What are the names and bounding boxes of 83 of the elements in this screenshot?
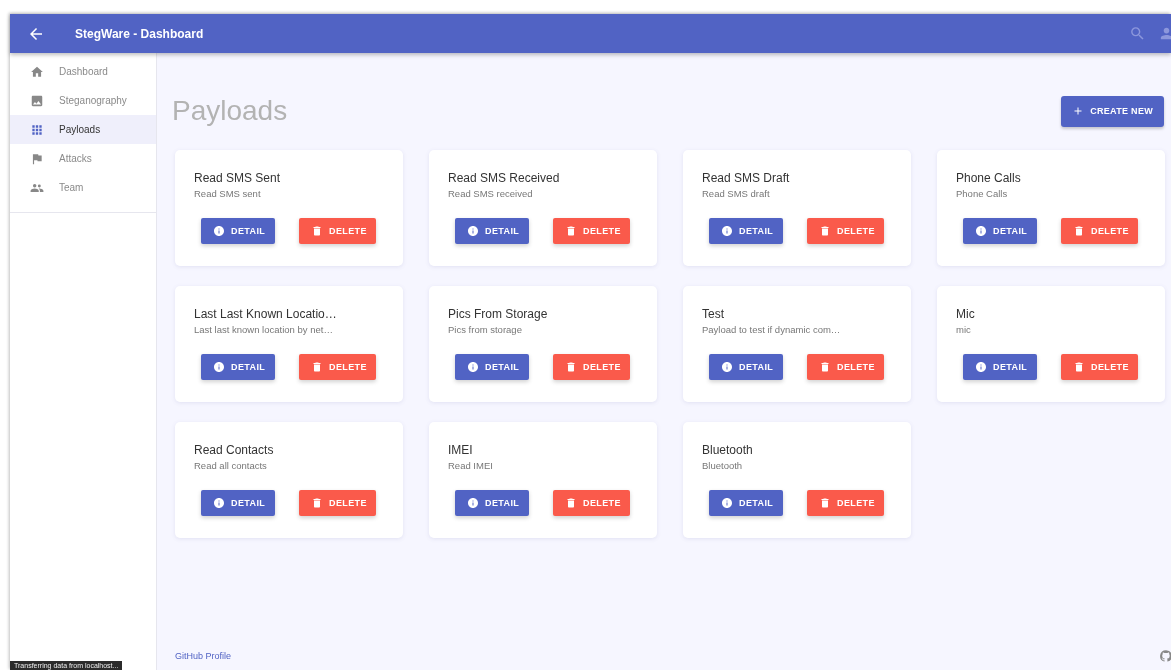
sidebar-item[interactable]: Payloads [10, 115, 156, 144]
detail-button[interactable]: DETAIL [963, 354, 1037, 380]
delete-button[interactable]: DELETE [299, 354, 376, 380]
payload-description: Read all contacts [194, 460, 268, 471]
detail-button[interactable]: DETAIL [709, 354, 783, 380]
delete-button[interactable]: DELETE [553, 490, 630, 516]
info-icon [721, 225, 733, 237]
github-profile-link[interactable]: GitHub Profile [175, 651, 232, 661]
payload-description: Read IMEI [448, 460, 494, 471]
trash-icon [819, 225, 831, 237]
info-icon [467, 497, 479, 509]
payload-title: Read SMS Received [448, 171, 561, 185]
detail-button[interactable]: DETAIL [201, 490, 275, 516]
trash-icon [1073, 225, 1085, 237]
trash-icon [819, 361, 831, 373]
person-icon[interactable] [1158, 25, 1171, 42]
info-icon [975, 361, 987, 373]
delete-button[interactable]: DELETE [1061, 218, 1138, 244]
sidebar-item[interactable]: Dashboard [10, 57, 156, 86]
trash-icon [1073, 361, 1085, 373]
payload-description: mic [956, 324, 972, 335]
flag-icon [30, 151, 44, 166]
payload-title: Bluetooth [702, 443, 754, 457]
image-icon [30, 93, 44, 108]
create-new-button[interactable]: CREATE NEW [1061, 95, 1164, 127]
sidebar-item[interactable]: Attacks [10, 144, 156, 173]
detail-button[interactable]: DETAIL [201, 218, 275, 244]
payload-description: Bluetooth [702, 460, 744, 471]
trash-icon [565, 225, 577, 237]
delete-button[interactable]: DELETE [299, 218, 376, 244]
payload-title: Read Contacts [194, 443, 275, 457]
payload-title: Read SMS Draft [702, 171, 791, 185]
trash-icon [311, 497, 323, 509]
trash-icon [311, 225, 323, 237]
trash-icon [311, 361, 323, 373]
info-icon [721, 361, 733, 373]
info-icon [213, 497, 225, 509]
github-icon[interactable] [1159, 649, 1171, 663]
sidebar-item[interactable]: Steganography [10, 86, 156, 115]
plus-icon [1072, 105, 1085, 117]
delete-button[interactable]: DELETE [299, 490, 376, 516]
sidebar-item[interactable]: Team [10, 173, 156, 202]
detail-button[interactable]: DETAIL [455, 490, 529, 516]
grid-icon [30, 122, 44, 137]
detail-button[interactable]: DETAIL [455, 354, 529, 380]
payload-title: Test [702, 307, 725, 321]
trash-icon [565, 361, 577, 373]
detail-button[interactable]: DETAIL [709, 218, 783, 244]
payload-description: Payload to test if dynamic com… [702, 324, 842, 335]
delete-button[interactable]: DELETE [807, 218, 884, 244]
payload-description: Read SMS draft [702, 188, 771, 199]
detail-button[interactable]: DETAIL [963, 218, 1037, 244]
info-icon [467, 225, 479, 237]
payload-title: Pics From Storage [448, 307, 549, 321]
payload-title: Last Last Known Locatio… [194, 307, 338, 321]
payload-description: Pics from storage [448, 324, 523, 335]
detail-button[interactable]: DETAIL [201, 354, 275, 380]
info-icon [213, 225, 225, 237]
app-title: StegWare - Dashboard [75, 26, 204, 41]
payload-title: IMEI [448, 443, 474, 457]
payload-description: Phone Calls [956, 188, 1009, 199]
delete-button[interactable]: DELETE [807, 354, 884, 380]
payload-title: Phone Calls [956, 171, 1022, 185]
payload-description: Read SMS sent [194, 188, 262, 199]
payload-description: Last last known location by net… [194, 324, 334, 335]
info-icon [467, 361, 479, 373]
delete-button[interactable]: DELETE [1061, 354, 1138, 380]
info-icon [975, 225, 987, 237]
payload-description: Read SMS received [448, 188, 534, 199]
payload-title: Mic [956, 307, 976, 321]
detail-button[interactable]: DETAIL [709, 490, 783, 516]
trash-icon [565, 497, 577, 509]
delete-button[interactable]: DELETE [553, 218, 630, 244]
search-icon[interactable] [1129, 25, 1146, 42]
delete-button[interactable]: DELETE [553, 354, 630, 380]
info-icon [721, 497, 733, 509]
delete-button[interactable]: DELETE [807, 490, 884, 516]
page-title: Payloads [172, 95, 288, 127]
detail-button[interactable]: DETAIL [455, 218, 529, 244]
trash-icon [819, 497, 831, 509]
home-icon [30, 64, 44, 79]
payload-title: Read SMS Sent [194, 171, 282, 185]
info-icon [213, 361, 225, 373]
